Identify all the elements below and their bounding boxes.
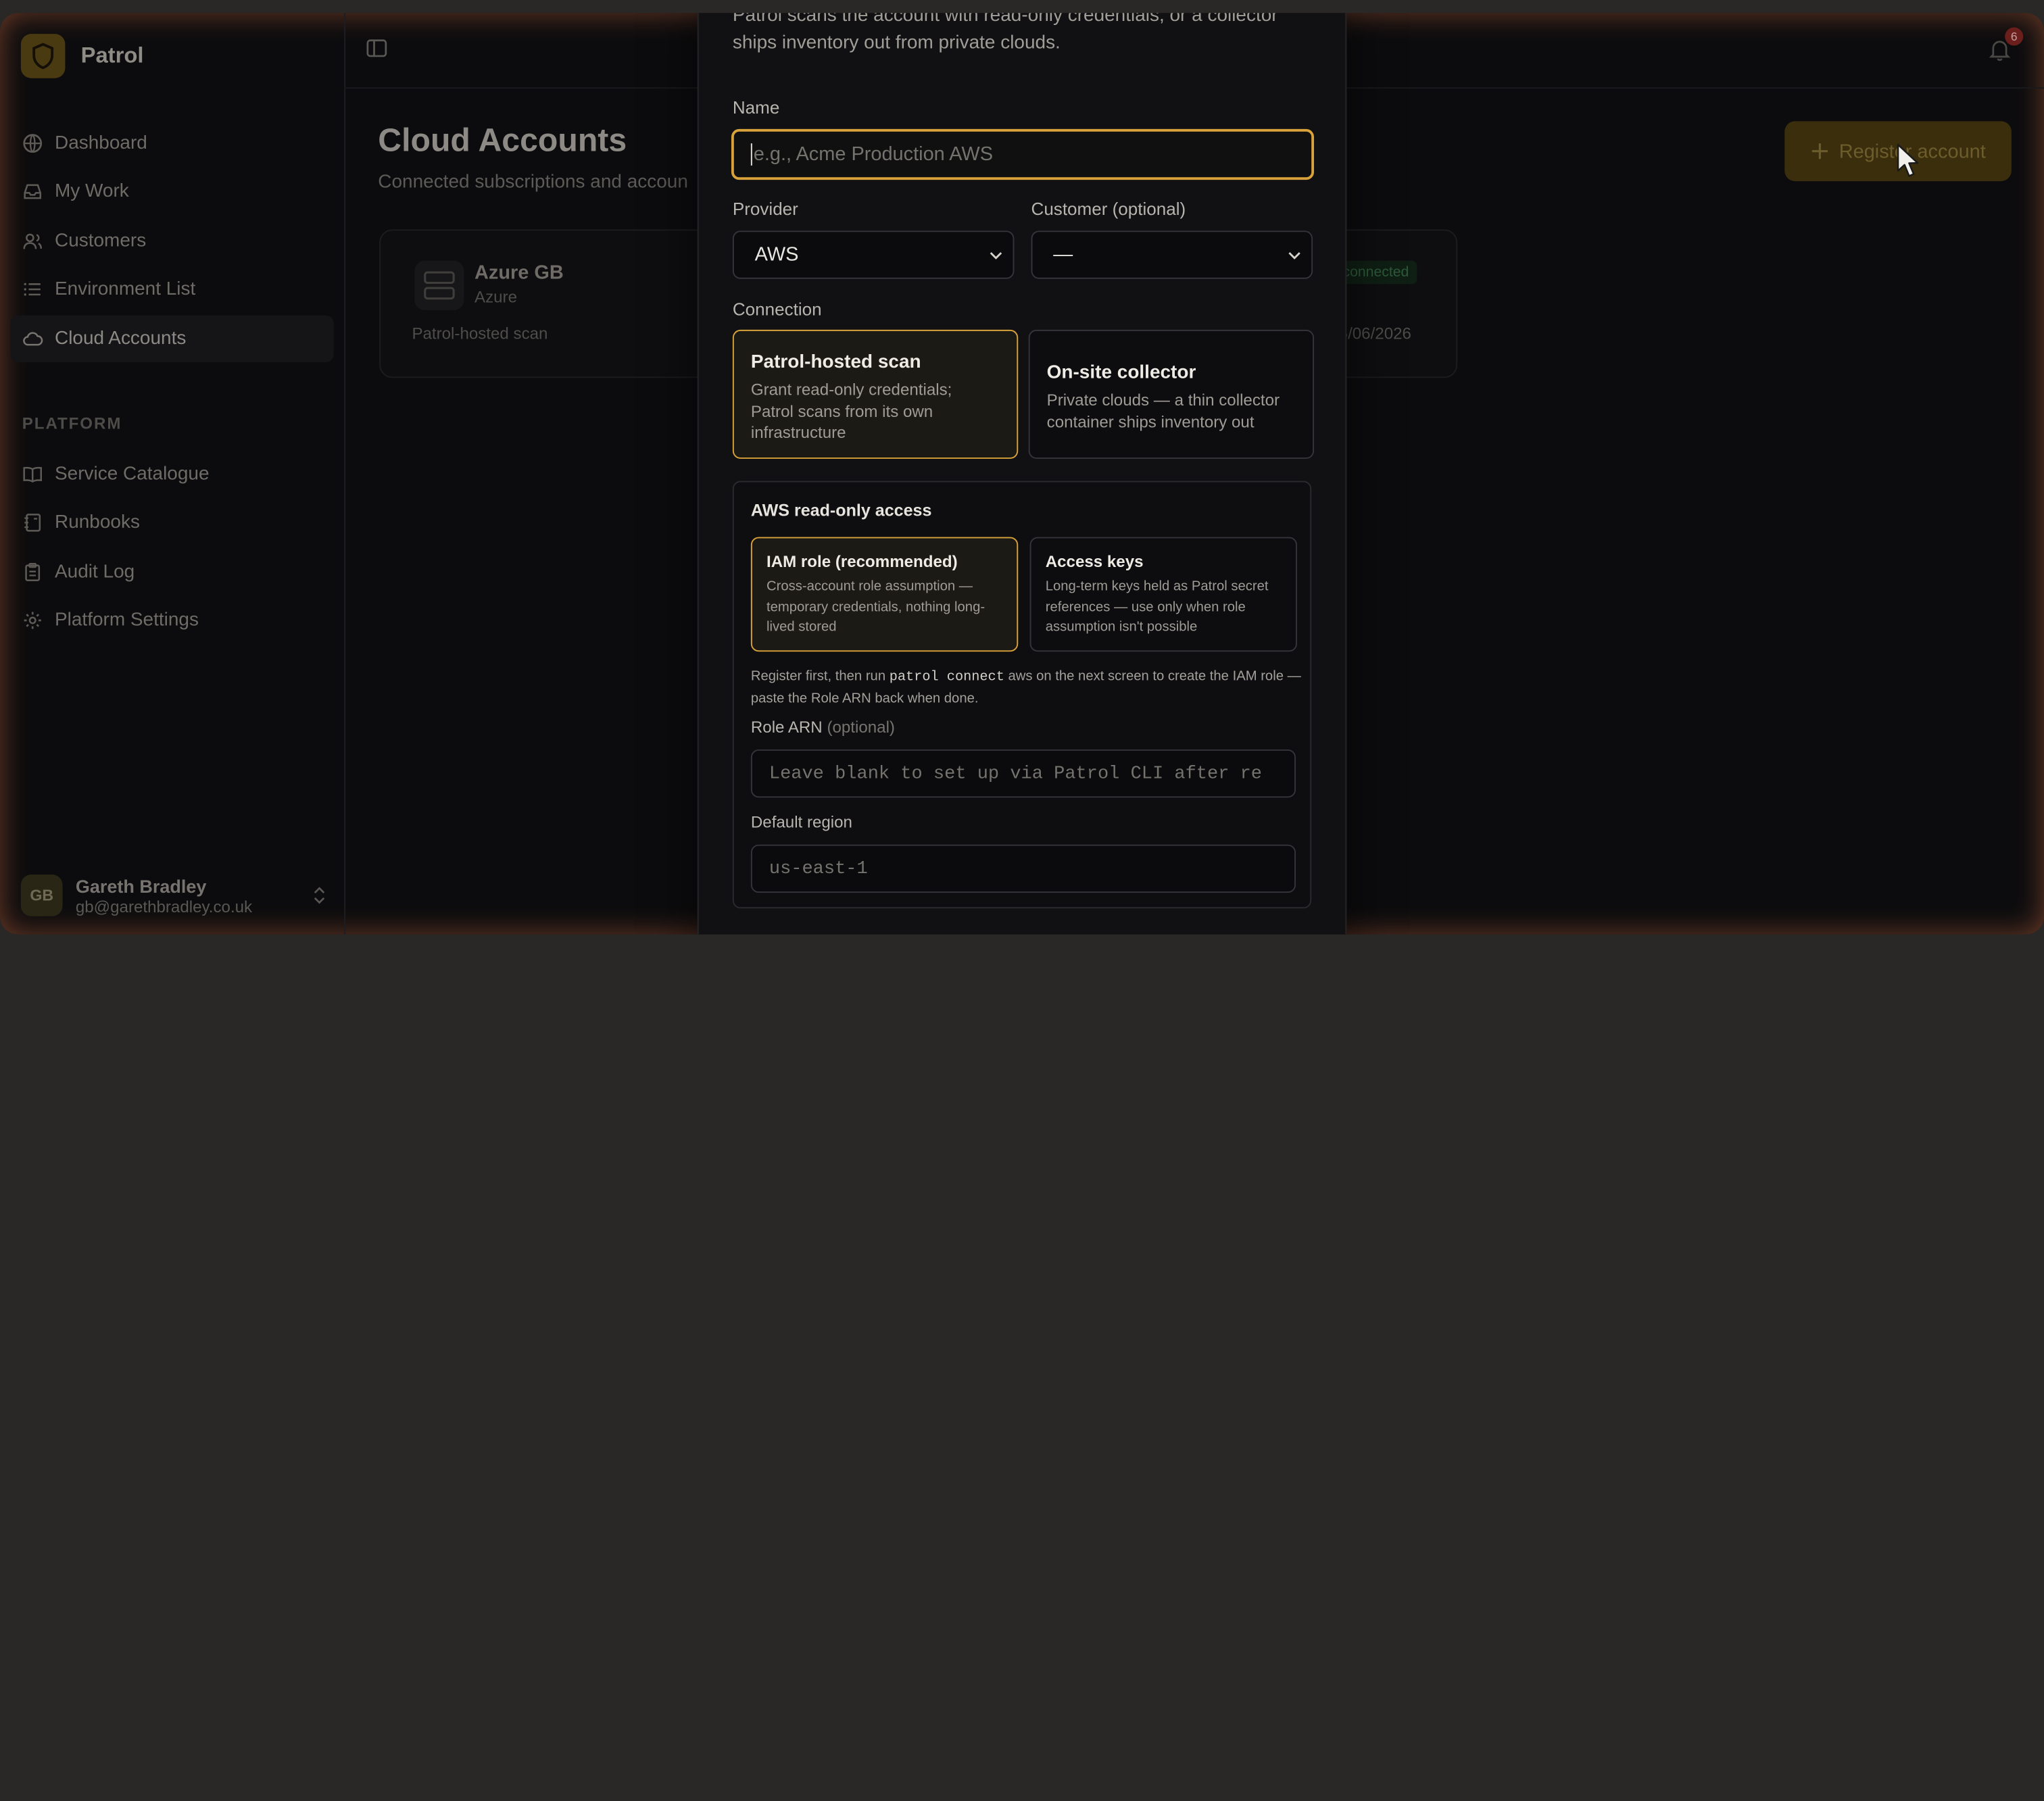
region-placeholder: us-east-1	[769, 858, 868, 879]
connection-option-hosted[interactable]: Patrol-hosted scan Grant read-only crede…	[732, 329, 1019, 459]
text-caret	[750, 143, 752, 166]
sidebar-item-runbooks[interactable]: Runbooks	[10, 499, 333, 546]
customer-label: Customer (optional)	[1031, 199, 1186, 220]
clipboard-icon	[25, 562, 41, 581]
account-card-connection: Patrol-hosted scan	[412, 324, 548, 343]
access-option-title: IAM role (recommended)	[766, 552, 958, 571]
sidebar-item-label: Platform Settings	[55, 610, 199, 631]
name-label: Name	[732, 97, 780, 118]
dialog-intro: Patrol scans the account with read-only …	[732, 13, 1278, 54]
aws-access-title: AWS read-only access	[750, 500, 932, 520]
region-label: Default region	[750, 813, 852, 832]
connection-option-desc: Grant read-only credentials; Patrol scan…	[750, 380, 952, 442]
connection-label: Connection	[732, 299, 822, 320]
aws-access-panel: AWS read-only access IAM role (recommend…	[732, 480, 1312, 909]
shield-logo-icon	[20, 34, 66, 78]
server-icon	[414, 260, 464, 311]
provider-select[interactable]: AWS	[732, 230, 1015, 279]
sidebar: Patrol Dashboard My Work Customers Envir…	[0, 13, 346, 935]
sidebar-item-cloud-accounts[interactable]: Cloud Accounts	[10, 314, 334, 362]
account-card[interactable]: connected 5/06/2026	[1330, 229, 1458, 378]
sidebar-item-audit-log[interactable]: Audit Log	[10, 549, 333, 595]
sidebar-item-service-catalogue[interactable]: Service Catalogue	[10, 451, 333, 497]
role-arn-placeholder: Leave blank to set up via Patrol CLI aft…	[769, 763, 1263, 785]
cloud-icon	[23, 331, 43, 345]
sidebar-item-label: Service Catalogue	[55, 464, 210, 485]
chevron-up-down-icon	[314, 887, 325, 904]
access-option-desc: Long-term keys held as Patrol secret ref…	[1045, 578, 1269, 635]
sidebar-item-label: Cloud Accounts	[55, 328, 187, 349]
sidebar-item-label: Audit Log	[55, 561, 135, 583]
sidebar-item-platform-settings[interactable]: Platform Settings	[10, 597, 333, 644]
sidebar-item-my-work[interactable]: My Work	[10, 169, 333, 216]
avatar: GB	[20, 874, 63, 916]
notebook-icon	[24, 514, 41, 533]
sidebar-item-label: Dashboard	[55, 132, 147, 154]
list-icon	[24, 283, 41, 296]
connection-option-title: On-site collector	[1046, 362, 1196, 384]
help-text-code: patrol connect	[889, 670, 1004, 686]
name-placeholder: e.g., Acme Production AWS	[753, 143, 994, 166]
sidebar-section-label: PLATFORM	[22, 414, 122, 433]
account-card-title: Azure GB	[474, 262, 564, 285]
sidebar-nav: Dashboard My Work Customers Environment …	[10, 120, 334, 364]
chevron-down-icon	[990, 252, 1002, 260]
sidebar-item-label: Environment List	[55, 279, 196, 300]
access-option-access-keys[interactable]: Access keys Long-term keys held as Patro…	[1029, 537, 1297, 652]
role-arn-input[interactable]: Leave blank to set up via Patrol CLI aft…	[750, 749, 1296, 798]
access-option-desc: Cross-account role assumption — temporar…	[766, 578, 986, 635]
brand-name: Patrol	[80, 43, 144, 68]
chevron-down-icon	[1288, 252, 1300, 260]
role-arn-label-text: Role ARN	[750, 718, 823, 737]
sidebar-nav-platform: Service Catalogue Runbooks Audit Log Pla…	[10, 451, 333, 645]
role-arn-label: Role ARN (optional)	[751, 718, 895, 737]
region-input[interactable]: us-east-1	[750, 844, 1296, 893]
role-arn-optional: (optional)	[827, 718, 895, 737]
page-subtitle: Connected subscriptions and accoun	[378, 172, 688, 193]
user-menu[interactable]: GB Gareth Bradley gb@garethbradley.co.uk	[20, 874, 328, 916]
brand[interactable]: Patrol	[20, 34, 144, 78]
user-name: Gareth Bradley	[75, 875, 207, 896]
sidebar-toggle-icon[interactable]	[365, 36, 389, 60]
account-card-date: 5/06/2026	[1338, 324, 1411, 343]
provider-value: AWS	[754, 243, 799, 266]
sidebar-item-label: Runbooks	[55, 512, 140, 534]
user-email: gb@garethbradley.co.uk	[75, 897, 253, 916]
sidebar-item-dashboard[interactable]: Dashboard	[10, 120, 333, 166]
globe-icon	[23, 134, 43, 153]
access-option-title: Access keys	[1045, 552, 1144, 571]
sidebar-item-customers[interactable]: Customers	[10, 218, 333, 264]
connection-option-collector[interactable]: On-site collector Private clouds — a thi…	[1028, 329, 1315, 459]
connection-option-title: Patrol-hosted scan	[750, 351, 921, 373]
name-input[interactable]: e.g., Acme Production AWS	[731, 128, 1315, 180]
users-icon	[23, 233, 43, 249]
status-badge: connected	[1334, 260, 1417, 285]
notification-badge: 6	[2005, 27, 2024, 46]
access-option-iam-role[interactable]: IAM role (recommended) Cross-account rol…	[750, 537, 1019, 652]
book-icon	[23, 466, 43, 483]
sidebar-item-label: My Work	[55, 181, 129, 203]
role-help-text: Register first, then run patrol connect …	[751, 667, 1304, 709]
page-title: Cloud Accounts	[378, 122, 627, 159]
mouse-cursor-icon	[1897, 143, 1919, 177]
provider-label: Provider	[732, 199, 798, 220]
customer-value: —	[1053, 243, 1073, 266]
plus-icon	[1811, 143, 1828, 159]
account-card-provider: Azure	[474, 288, 517, 307]
sidebar-item-environment-list[interactable]: Environment List	[10, 266, 333, 313]
gear-icon	[24, 612, 41, 629]
account-card[interactable]: Azure GB Azure Patrol-hosted scan	[379, 229, 708, 378]
register-account-dialog: Patrol scans the account with read-only …	[697, 13, 1347, 935]
connection-option-desc: Private clouds — a thin collector contai…	[1046, 391, 1280, 431]
inbox-icon	[24, 184, 42, 200]
customer-select[interactable]: —	[1031, 230, 1313, 279]
app-window: Patrol Dashboard My Work Customers Envir…	[0, 13, 2044, 935]
sidebar-item-label: Customers	[55, 230, 147, 251]
help-text-pre: Register first, then run	[750, 668, 890, 685]
